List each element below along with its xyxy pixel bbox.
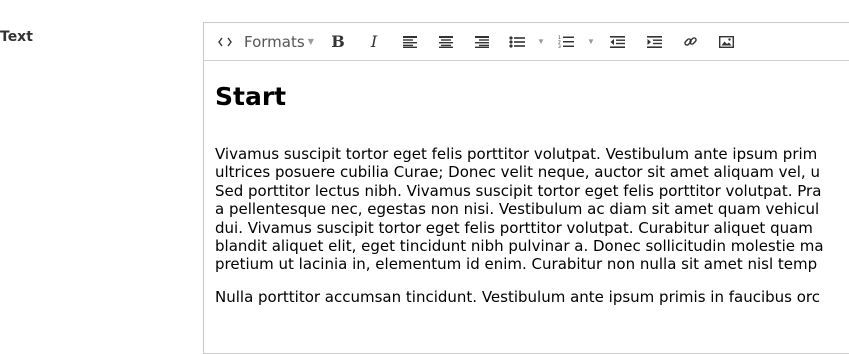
align-center-icon xyxy=(439,35,453,48)
paragraph-line: Sed porttitor lectus nibh. Vivamus susci… xyxy=(215,181,822,200)
bullet-list-button[interactable] xyxy=(500,27,534,57)
code-icon xyxy=(218,37,232,46)
paragraph-line: Vivamus suscipit tortor eget felis portt… xyxy=(215,145,818,163)
paragraph-line: dui. Vivamus suscipit tortor eget felis … xyxy=(215,218,813,237)
paragraph-line: ultrices posuere cubilia Curae; Donec ve… xyxy=(215,163,820,182)
editor-content[interactable]: Start Vivamus suscipit tortor eget felis… xyxy=(204,61,849,306)
chevron-down-icon: ▼ xyxy=(587,37,595,46)
svg-text:3: 3 xyxy=(558,44,561,48)
align-left-button[interactable] xyxy=(392,27,428,57)
bullet-list-dropdown[interactable]: ▼ xyxy=(534,27,548,57)
paragraph-line: Nulla porttitor accumsan tincidunt. Vest… xyxy=(215,287,820,306)
source-code-button[interactable] xyxy=(210,27,240,57)
link-icon xyxy=(683,37,697,46)
chevron-down-icon: ▼ xyxy=(537,37,545,46)
chevron-down-icon: ▼ xyxy=(307,37,314,46)
formats-dropdown[interactable]: Formats ▼ xyxy=(240,27,320,57)
link-button[interactable] xyxy=(672,27,708,57)
image-icon xyxy=(718,35,734,48)
field-label: Text xyxy=(0,29,33,45)
empty-paragraph xyxy=(215,111,849,145)
bold-button[interactable]: B xyxy=(320,27,356,57)
rich-text-editor[interactable]: Formats ▼ B I ▼ 123 ▼ Start Vivamus susc… xyxy=(203,22,849,354)
bullet-list-icon xyxy=(509,35,525,48)
indent-icon xyxy=(646,35,662,48)
numbered-list-dropdown[interactable]: ▼ xyxy=(584,27,598,57)
italic-button[interactable]: I xyxy=(356,27,392,57)
indent-button[interactable] xyxy=(636,27,672,57)
content-paragraph: Nulla porttitor accumsan tincidunt. Vest… xyxy=(215,288,849,306)
numbered-list-icon: 123 xyxy=(558,35,574,48)
paragraph-line: blandit aliquet elit, eget tincidunt nib… xyxy=(215,237,824,256)
content-paragraph: Vivamus suscipit tortor eget felis portt… xyxy=(215,145,849,274)
outdent-button[interactable] xyxy=(598,27,636,57)
paragraph-line: pretium ut lacinia in, elementum id enim… xyxy=(215,255,818,274)
formats-label: Formats xyxy=(244,32,305,51)
italic-icon: I xyxy=(370,32,378,51)
align-left-icon xyxy=(403,35,417,48)
editor-toolbar: Formats ▼ B I ▼ 123 ▼ xyxy=(204,23,849,61)
paragraph-line: a pellentesque nec, egestas non nisi. Ve… xyxy=(215,200,820,219)
content-heading: Start xyxy=(215,82,287,111)
image-button[interactable] xyxy=(708,27,744,57)
align-center-button[interactable] xyxy=(428,27,464,57)
align-right-icon xyxy=(475,35,489,48)
outdent-icon xyxy=(609,35,625,48)
align-right-button[interactable] xyxy=(464,27,500,57)
bold-icon: B xyxy=(331,32,345,51)
numbered-list-button[interactable]: 123 xyxy=(548,27,584,57)
